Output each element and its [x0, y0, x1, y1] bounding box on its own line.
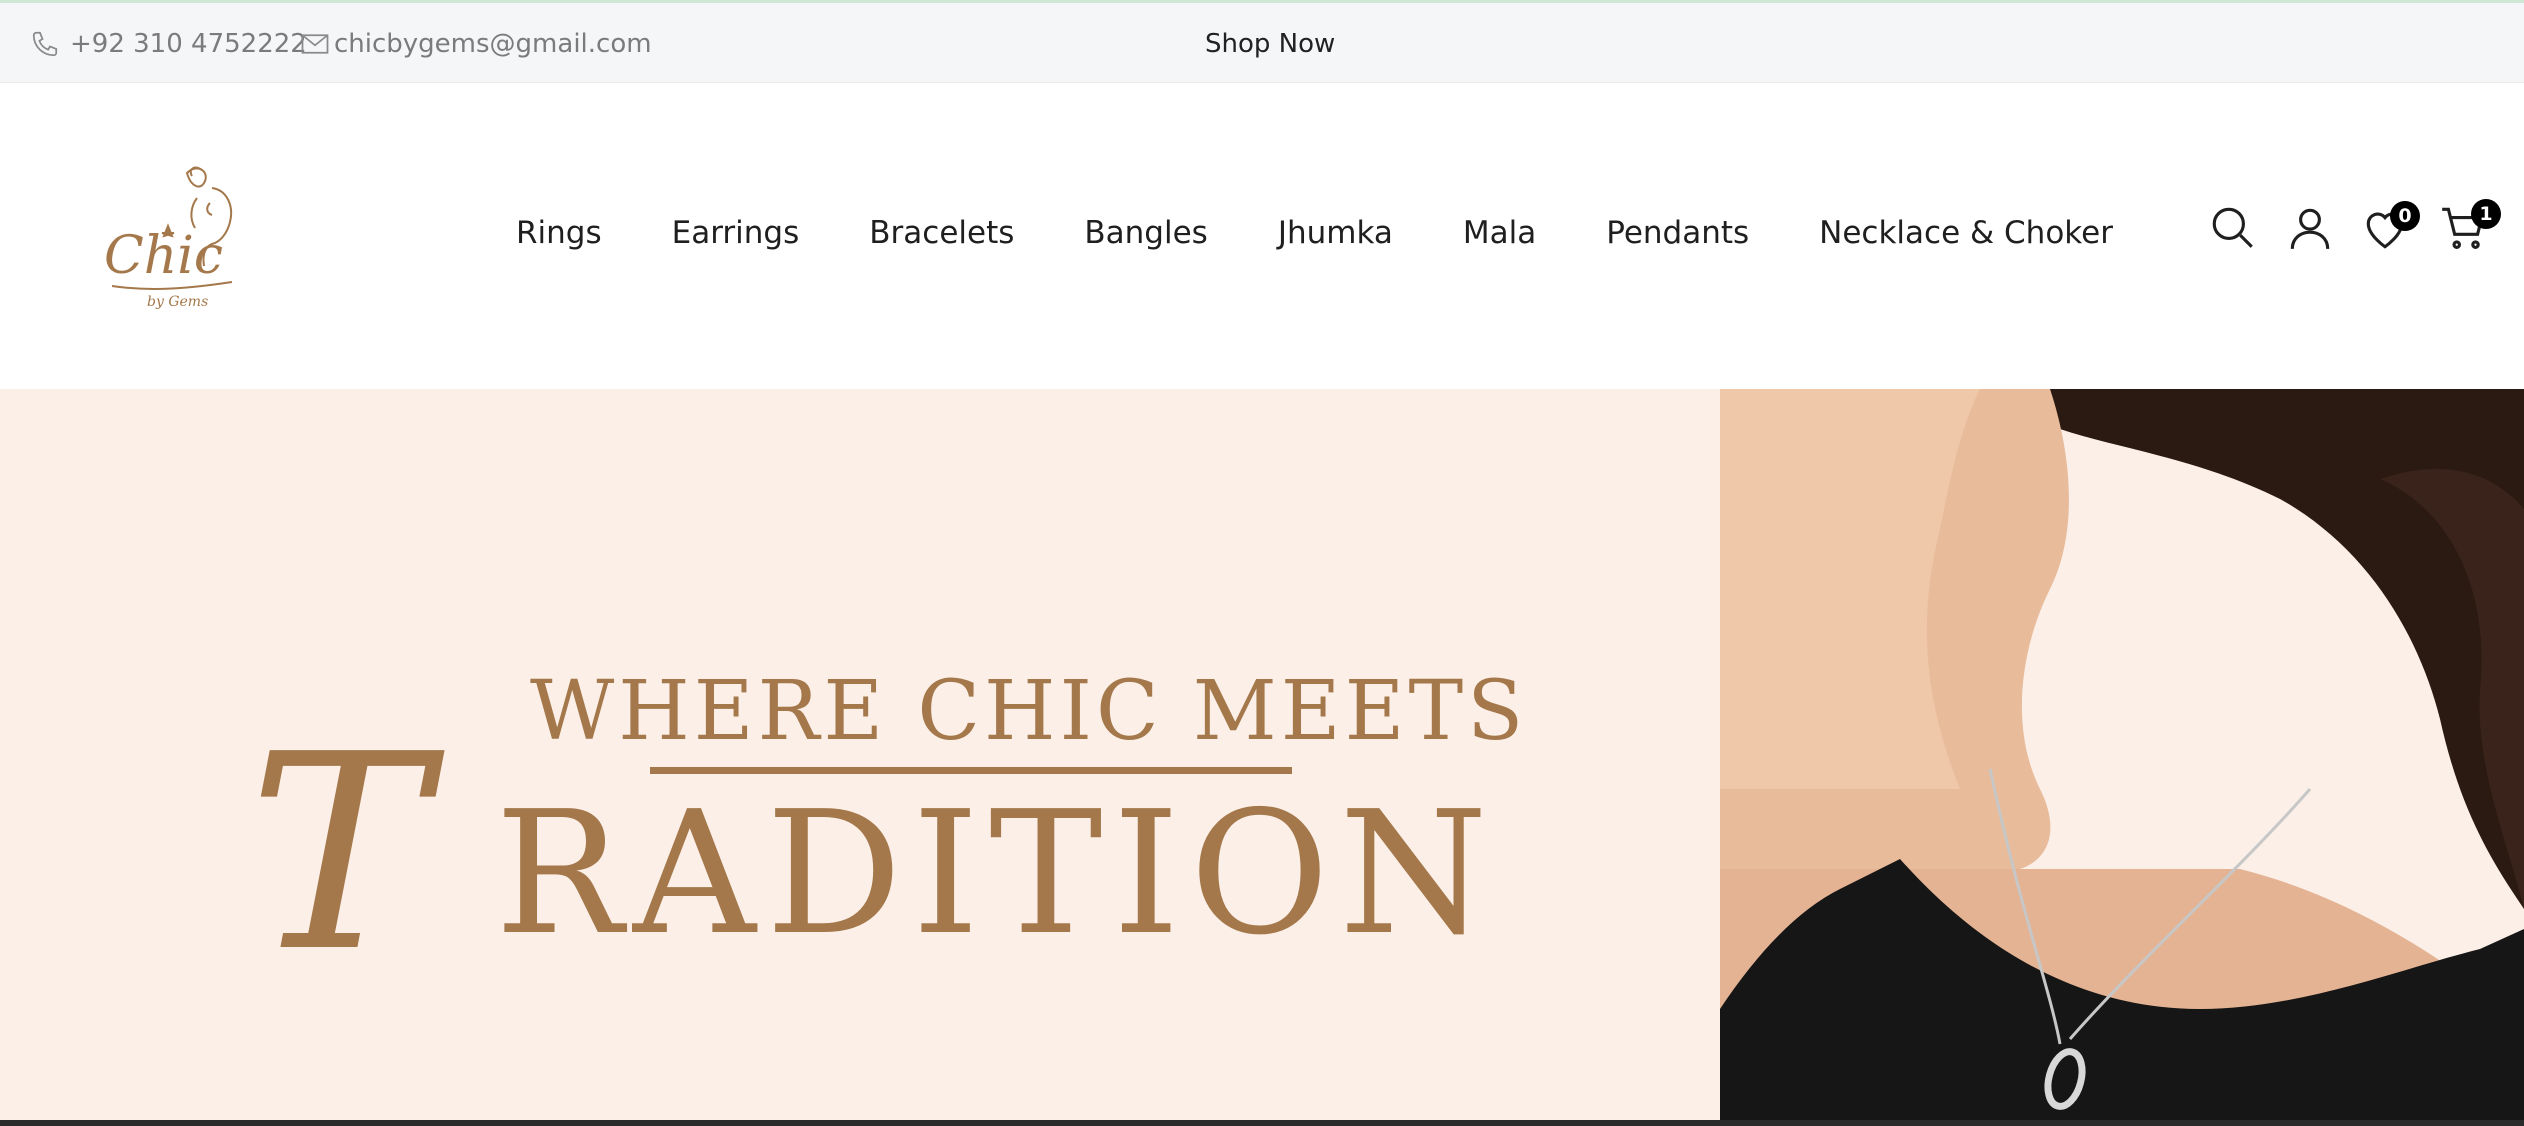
top-bar: +92 310 4752222 chicbygems@gmail.com Sho…	[0, 0, 2524, 83]
email-contact[interactable]: chicbygems@gmail.com	[300, 29, 652, 59]
cart-count-badge: 1	[2471, 199, 2501, 229]
hero-headline: WHERE CHIC MEETS	[530, 664, 1528, 759]
nav-item-bangles[interactable]: Bangles	[1084, 215, 1207, 251]
nav-item-bracelets[interactable]: Bracelets	[869, 215, 1014, 251]
nav-item-mala[interactable]: Mala	[1463, 215, 1536, 251]
nav-item-jhumka[interactable]: Jhumka	[1278, 215, 1393, 251]
hero-divider	[650, 767, 1292, 774]
account-button[interactable]	[2285, 203, 2335, 257]
brand-logo[interactable]: Chic by Gems	[92, 158, 257, 318]
phone-icon	[30, 29, 60, 59]
svg-text:by Gems: by Gems	[147, 294, 208, 310]
hero-banner[interactable]: WHERE CHIC MEETS T RADITION	[0, 389, 2524, 1126]
search-icon	[2212, 207, 2253, 248]
mail-icon	[300, 31, 330, 57]
site-header: Chic by Gems Rings Earrings Bracelets Ba…	[0, 83, 2524, 389]
phone-number[interactable]: +92 310 4752222	[70, 29, 307, 59]
nav-item-pendants[interactable]: Pendants	[1606, 215, 1749, 251]
email-address[interactable]: chicbygems@gmail.com	[334, 29, 652, 59]
svg-text:Chic: Chic	[104, 226, 223, 286]
model-image	[1720, 389, 2524, 1126]
hero-big-word: RADITION	[495, 775, 1498, 973]
nav-item-earrings[interactable]: Earrings	[672, 215, 800, 251]
wishlist-button[interactable]: 0	[2360, 201, 2420, 257]
wishlist-count-badge: 0	[2390, 201, 2420, 231]
search-button[interactable]	[2208, 203, 2258, 257]
account-icon	[2290, 208, 2330, 249]
cart-button[interactable]: 1	[2438, 199, 2501, 257]
bottom-strip	[0, 1120, 2524, 1126]
main-nav: Rings Earrings Bracelets Bangles Jhumka …	[516, 215, 2113, 251]
phone-contact[interactable]: +92 310 4752222	[30, 29, 307, 59]
nav-item-necklace-choker[interactable]: Necklace & Choker	[1819, 215, 2113, 251]
hero-script-letter: T	[248, 696, 429, 1011]
shop-now-link[interactable]: Shop Now	[1205, 29, 1335, 59]
nav-item-rings[interactable]: Rings	[516, 215, 602, 251]
